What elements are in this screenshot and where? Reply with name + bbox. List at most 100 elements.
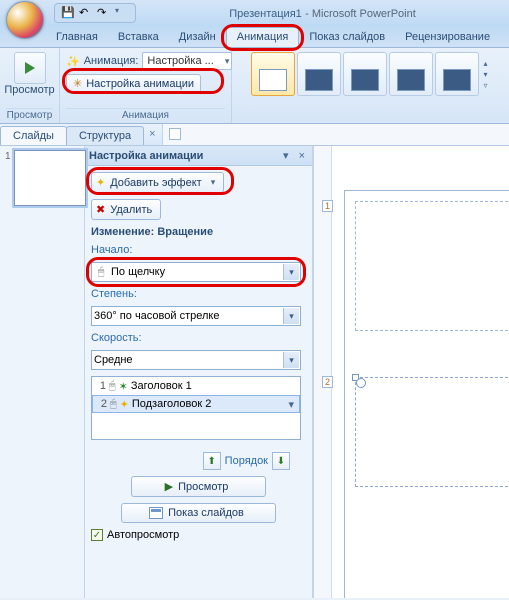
animation-combo[interactable]: Настройка ... [142, 52, 232, 70]
animation-combo-value: Настройка ... [147, 55, 213, 67]
start-dropdown[interactable]: 🖱 По щелчку ▾ [91, 262, 301, 282]
nav-tab-slides[interactable]: Слайды [0, 126, 67, 145]
remove-effect-button[interactable]: ✖ Удалить [91, 199, 161, 220]
document-name: Презентация1 [229, 8, 302, 20]
change-section-label: Изменение: Вращение [91, 226, 306, 238]
star-icon: ✨ [66, 55, 80, 68]
transition-item[interactable] [251, 52, 295, 96]
undo-icon[interactable]: ↶ [79, 6, 93, 20]
degree-dropdown[interactable]: 360° по часовой стрелке ▾ [91, 306, 301, 326]
quick-access-toolbar[interactable]: 💾 ↶ ↷ ▾ [54, 3, 136, 23]
title-bar: 💾 ↶ ↷ ▾ Презентация1 - Microsoft PowerPo… [0, 0, 509, 26]
slide-editor[interactable]: 1 2 З [313, 146, 509, 598]
tab-slideshow[interactable]: Показ слайдов [299, 28, 395, 47]
mouse-icon: 🖱 [109, 380, 116, 393]
redo-icon[interactable]: ↷ [97, 6, 111, 20]
order-label: Порядок [225, 455, 268, 467]
move-up-button[interactable]: ⬆ [203, 452, 221, 470]
spin-icon: ✶ [119, 380, 128, 393]
remove-icon: ✖ [96, 203, 105, 216]
start-value: По щелчку [111, 266, 165, 278]
tab-animation-label: Анимация [237, 31, 289, 43]
add-effect-button[interactable]: ✦ Добавить эффект [91, 172, 224, 193]
pane-slideshow-label: Показ слайдов [168, 507, 244, 519]
start-label: Начало: [91, 244, 306, 256]
work-area: Настройка анимации ▾ × ✦ Добавить эффект… [0, 146, 509, 598]
mouse-icon: 🖱 [94, 265, 108, 279]
tab-insert[interactable]: Вставка [108, 28, 169, 47]
pane-close-icon[interactable]: × [296, 150, 308, 162]
nav-close-icon[interactable]: × [143, 124, 161, 145]
app-name: Microsoft PowerPoint [312, 8, 416, 20]
resize-handle[interactable] [352, 374, 359, 381]
tab-design[interactable]: Дизайн [169, 28, 226, 47]
slideshow-icon [149, 507, 163, 519]
checkbox-icon: ✓ [91, 529, 103, 541]
slide-canvas[interactable]: З [344, 190, 509, 598]
transition-item[interactable] [343, 52, 387, 96]
pane-slideshow-button[interactable]: Показ слайдов [121, 503, 276, 523]
thumbnail-panel[interactable] [0, 146, 85, 598]
transition-item[interactable] [297, 52, 341, 96]
animation-label: Анимация: [84, 55, 139, 67]
pane-preview-button[interactable]: ▶ Просмотр [131, 476, 266, 497]
animation-marker: 1 [322, 200, 333, 212]
ribbon-group-transitions: ▴▾▿ [232, 48, 509, 123]
pane-title: Настройка анимации [89, 150, 276, 162]
effect-number: 2 [95, 398, 107, 410]
custom-animation-pane: Настройка анимации ▾ × ✦ Добавить эффект… [85, 146, 313, 598]
nav-tab-outline[interactable]: Структура [66, 126, 144, 145]
preview-button-label: Просмотр [4, 84, 54, 96]
qat-menu-icon[interactable]: ▾ [115, 6, 129, 20]
animation-marker: 2 [322, 376, 333, 388]
play-icon: ▶ [165, 480, 173, 493]
autopreview-label: Автопросмотр [107, 529, 179, 541]
mouse-icon: 🖱 [110, 398, 117, 411]
transition-gallery[interactable]: ▴▾▿ [249, 48, 493, 100]
speed-value: Средне [94, 354, 133, 366]
move-down-button[interactable]: ⬇ [272, 452, 290, 470]
chevron-down-icon[interactable]: ▾ [283, 308, 299, 324]
effect-name: Подзаголовок 2 [132, 398, 283, 410]
chevron-down-icon[interactable]: ▾ [283, 352, 299, 368]
save-icon[interactable]: 💾 [61, 6, 75, 20]
office-button[interactable] [6, 1, 44, 39]
tab-animation[interactable]: Анимация [226, 27, 300, 47]
window-title: Презентация1 - Microsoft PowerPoint [136, 6, 509, 20]
effects-list[interactable]: 1 🖱 ✶ Заголовок 1 2 🖱 ✦ Подзаголовок 2 ▾ [91, 376, 301, 440]
degree-label: Степень: [91, 288, 306, 300]
preview-button[interactable]: Просмотр [0, 50, 58, 98]
autopreview-checkbox[interactable]: ✓ Автопросмотр [91, 529, 306, 541]
subtitle-placeholder[interactable] [355, 377, 509, 487]
add-effect-label: Добавить эффект [110, 177, 201, 189]
ribbon-group-animation: ✨ Анимация: Настройка ... ✳ Настройка ан… [60, 48, 232, 123]
pane-menu-icon[interactable]: ▾ [280, 149, 292, 162]
ribbon-group-preview-label: Просмотр [6, 108, 53, 123]
ribbon-group-animation-label: Анимация [66, 108, 225, 123]
ruler-horizontal [162, 124, 509, 145]
effect-row[interactable]: 2 🖱 ✦ Подзаголовок 2 ▾ [92, 395, 300, 413]
chevron-down-icon[interactable]: ▾ [285, 398, 297, 411]
gear-icon: ✳ [73, 77, 82, 90]
effect-row[interactable]: 1 🖱 ✶ Заголовок 1 [92, 377, 300, 395]
chevron-down-icon[interactable]: ▾ [283, 264, 299, 280]
custom-animation-label: Настройка анимации [86, 78, 194, 90]
effect-name: Заголовок 1 [131, 380, 192, 392]
gallery-more-icon[interactable]: ▴▾▿ [481, 59, 491, 90]
transition-item[interactable] [389, 52, 433, 96]
slide-thumbnail[interactable] [14, 150, 86, 206]
speed-label: Скорость: [91, 332, 306, 344]
ribbon-group-preview: Просмотр Просмотр [0, 48, 60, 123]
title-placeholder[interactable]: З [355, 201, 509, 331]
ruler-vertical [314, 146, 332, 598]
remove-label: Удалить [110, 204, 152, 216]
reorder-controls: ⬆ Порядок ⬇ [91, 452, 306, 470]
custom-animation-button[interactable]: ✳ Настройка анимации [66, 74, 201, 93]
speed-dropdown[interactable]: Средне ▾ [91, 350, 301, 370]
secondary-nav: Слайды Структура × [0, 124, 509, 146]
ribbon: Просмотр Просмотр ✨ Анимация: Настройка … [0, 48, 509, 124]
ribbon-tabs: Главная Вставка Дизайн Анимация Показ сл… [0, 26, 509, 48]
tab-review[interactable]: Рецензирование [395, 28, 500, 47]
transition-item[interactable] [435, 52, 479, 96]
tab-home[interactable]: Главная [46, 28, 108, 47]
